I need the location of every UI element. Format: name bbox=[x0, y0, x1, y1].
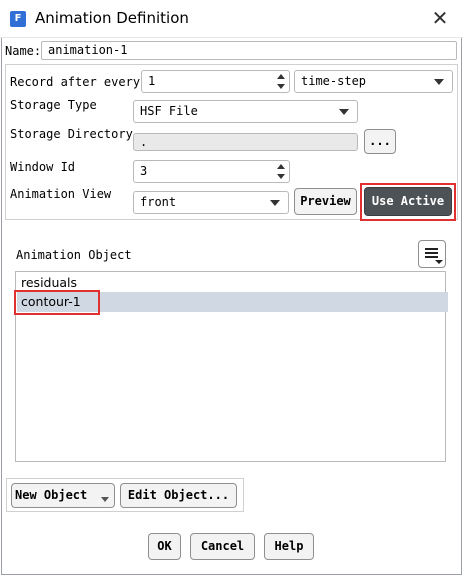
dropdown-arrow-icon bbox=[101, 497, 109, 502]
window-id-label: Window Id bbox=[10, 160, 76, 174]
spinner-arrows-icon[interactable] bbox=[273, 161, 289, 182]
new-object-button[interactable]: New Object bbox=[11, 483, 115, 508]
new-object-label: New Object bbox=[15, 488, 88, 502]
help-button[interactable]: Help bbox=[264, 533, 314, 560]
cancel-button[interactable]: Cancel bbox=[190, 533, 255, 560]
name-label: Name: bbox=[5, 44, 42, 58]
app-icon: F bbox=[10, 11, 26, 27]
preview-button[interactable]: Preview bbox=[294, 188, 357, 215]
storage-type-value: HSF File bbox=[140, 104, 198, 118]
use-active-button[interactable]: Use Active bbox=[364, 187, 452, 216]
hamburger-menu-icon[interactable] bbox=[418, 240, 446, 268]
record-label: Record after every bbox=[10, 75, 141, 89]
animation-view-value: front bbox=[140, 195, 177, 209]
browse-button[interactable]: ... bbox=[364, 129, 396, 154]
close-icon[interactable]: ✕ bbox=[428, 6, 452, 30]
record-unit-select[interactable]: time-step bbox=[294, 70, 453, 93]
animation-view-label: Animation View bbox=[10, 187, 112, 201]
animation-view-select[interactable]: front bbox=[133, 191, 289, 214]
record-frequency-spinner[interactable]: 1 bbox=[141, 70, 290, 93]
title-bar: F Animation Definition ✕ bbox=[0, 0, 463, 38]
storage-directory-input: . bbox=[133, 133, 358, 151]
storage-type-label: Storage Type bbox=[10, 98, 97, 112]
name-input[interactable]: animation-1 bbox=[41, 41, 457, 60]
chevron-down-icon bbox=[270, 200, 280, 206]
ok-button[interactable]: OK bbox=[148, 533, 181, 560]
animation-object-label: Animation Object bbox=[16, 248, 132, 262]
chevron-down-icon bbox=[434, 79, 444, 85]
record-frequency-value: 1 bbox=[148, 74, 156, 88]
storage-type-select[interactable]: HSF File bbox=[133, 100, 358, 123]
window-id-spinner[interactable]: 3 bbox=[133, 160, 290, 183]
chevron-down-icon bbox=[339, 109, 349, 115]
spinner-arrows-icon[interactable] bbox=[273, 71, 289, 92]
window-id-value: 3 bbox=[140, 164, 148, 178]
storage-directory-label: Storage Directory bbox=[10, 127, 133, 141]
record-unit-value: time-step bbox=[301, 74, 367, 88]
edit-object-button[interactable]: Edit Object... bbox=[120, 483, 237, 508]
window-title: Animation Definition bbox=[35, 9, 189, 27]
selection-highlight bbox=[14, 290, 100, 315]
